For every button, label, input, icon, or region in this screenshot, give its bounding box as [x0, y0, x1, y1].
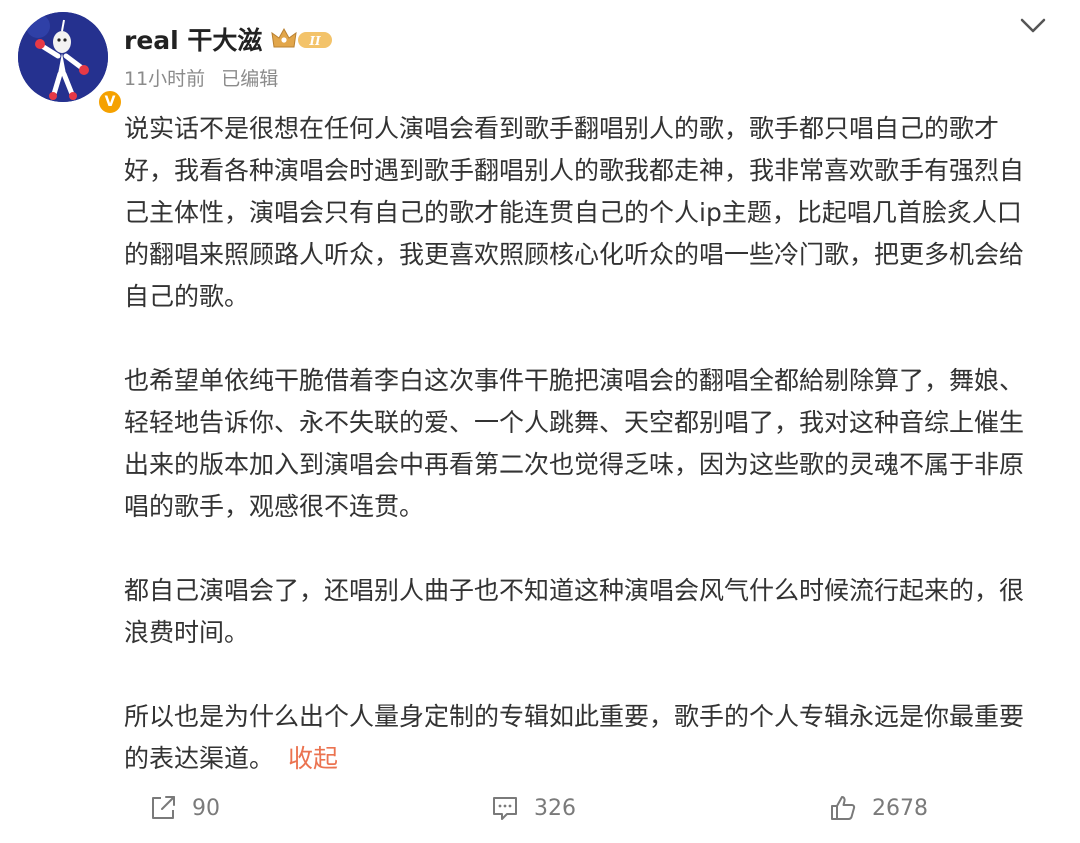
post-paragraph-text: 所以也是为什么出个人量身定制的专辑如此重要，歌手的个人专辑永远是你最重要 的表达… [124, 702, 1025, 773]
comment-icon [493, 797, 517, 820]
repost-icon [152, 796, 175, 819]
post-paragraph: 也希望单依纯干脆借着李白这次事件干脆把演唱会的翻唱全都給剔除算了，舞娘、 轻轻地… [124, 366, 1025, 521]
collapse-link[interactable]: 收起 [288, 744, 338, 773]
avatar[interactable] [18, 12, 108, 102]
post-body: 说实话不是很想在任何人演唱会看到歌手翻唱别人的歌，歌手都只唱自己的歌才 好，我看… [124, 108, 1049, 780]
repost-button[interactable]: 90 [148, 788, 220, 828]
vip-level-text: II [309, 34, 322, 48]
post-header: V real 干大滋 II 11小时前 已编辑 [0, 0, 1080, 116]
like-button[interactable]: 2678 [828, 788, 928, 828]
chevron-down-icon[interactable] [1018, 14, 1048, 38]
post-paragraph: 说实话不是很想在任何人演唱会看到歌手翻唱别人的歌，歌手都只唱自己的歌才 好，我看… [124, 114, 1025, 311]
post-paragraph-last: 所以也是为什么出个人量身定制的专辑如此重要，歌手的个人专辑永远是你最重要 的表达… [124, 696, 1049, 780]
vip-crown-icon[interactable]: II [270, 25, 336, 53]
comment-button[interactable]: 326 [490, 788, 576, 828]
avatar-container[interactable]: V [18, 12, 124, 116]
username[interactable]: real 干大滋 [124, 21, 262, 57]
name-row: real 干大滋 II [124, 22, 336, 56]
like-icon [831, 796, 856, 820]
comment-count: 326 [534, 795, 576, 821]
post-time[interactable]: 11小时前 [124, 64, 205, 91]
action-bar: 90 326 2678 [0, 788, 1080, 828]
post-paragraph: 都自己演唱会了，还唱别人曲子也不知道这种演唱会风气什么时候流行起来的，很 浪费时… [124, 576, 1025, 647]
cartoon-figure-avatar-icon [18, 12, 108, 102]
like-count: 2678 [872, 795, 928, 821]
verified-v-icon: V [96, 88, 124, 116]
repost-count: 90 [192, 795, 220, 821]
edited-label[interactable]: 已编辑 [221, 64, 278, 91]
post-meta: 11小时前 已编辑 [124, 64, 278, 91]
